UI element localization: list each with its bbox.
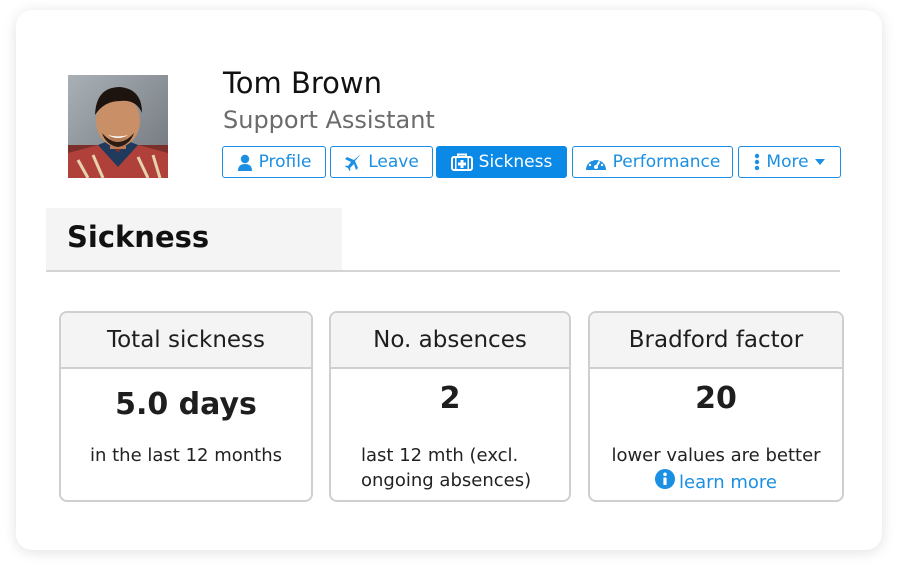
stat-title: Total sickness [61, 313, 311, 369]
more-label: More [766, 152, 809, 172]
profile-name: Tom Brown [223, 66, 383, 100]
learn-more-link[interactable]: learn more [655, 469, 777, 496]
tab-sickness[interactable]: Sickness [436, 146, 567, 178]
learn-more-row: learn more [590, 469, 842, 496]
stat-value: 5.0 days [115, 387, 257, 422]
user-icon [237, 154, 253, 171]
stat-card-bradford: Bradford factor 20 lower values are bett… [588, 311, 844, 502]
tab-leave[interactable]: Leave [330, 146, 433, 178]
tab-sickness-label: Sickness [478, 152, 553, 172]
stat-card-absences: No. absences 2 last 12 mth (excl. ongoin… [329, 311, 571, 502]
tab-performance-label: Performance [612, 152, 721, 172]
tab-performance[interactable]: Performance [572, 146, 733, 178]
section-title: Sickness [67, 220, 210, 254]
avatar [68, 75, 168, 178]
stat-note: last 12 mth (excl. ongoing absences) [361, 445, 532, 491]
caret-down-icon [814, 159, 825, 165]
tab-leave-label: Leave [368, 152, 419, 172]
tab-profile-label: Profile [258, 152, 312, 172]
stat-note: in the last 12 months [89, 445, 282, 466]
stat-card-total-sickness: Total sickness 5.0 days in the last 12 m… [59, 311, 313, 502]
vertical-ellipsis-icon [754, 153, 760, 171]
section-divider [46, 270, 840, 272]
plane-icon [344, 153, 362, 171]
learn-more-label: learn more [679, 472, 777, 493]
more-dropdown-button[interactable]: More [738, 146, 841, 178]
profile-role: Support Assistant [223, 106, 435, 134]
stat-value: 2 [439, 381, 461, 416]
stat-note: lower values are better [611, 445, 821, 466]
tab-profile[interactable]: Profile [222, 146, 326, 178]
stat-title: No. absences [331, 313, 569, 369]
stat-title: Bradford factor [590, 313, 842, 369]
info-icon [655, 469, 676, 496]
stat-value: 20 [695, 381, 737, 416]
gauge-icon [585, 153, 607, 171]
medical-kit-icon [450, 153, 473, 171]
